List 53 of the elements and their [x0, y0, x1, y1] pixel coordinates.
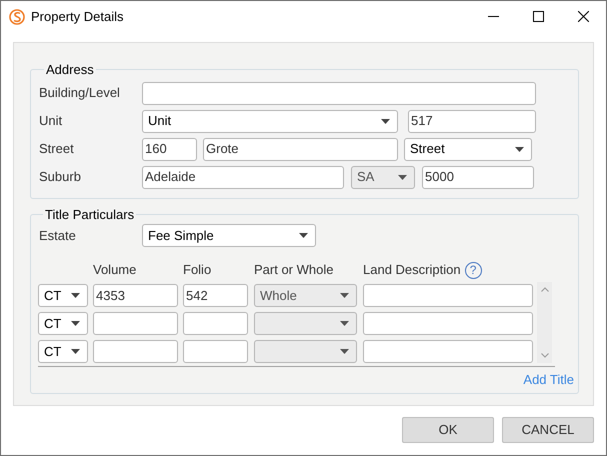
- text-field[interactable]: [93, 340, 178, 363]
- caret-icon: [340, 349, 349, 354]
- field-label: Suburb: [39, 168, 82, 186]
- caret-icon: [515, 146, 524, 152]
- text-field[interactable]: [363, 340, 533, 363]
- dropdown[interactable]: Fee Simple: [142, 224, 316, 247]
- text-field[interactable]: 517: [408, 110, 536, 132]
- caret-icon: [71, 321, 80, 326]
- column-header: Part or Whole: [254, 261, 334, 280]
- type-dropdown[interactable]: CT: [38, 284, 88, 307]
- scrollbar[interactable]: [537, 282, 552, 363]
- column-header: Volume: [93, 261, 136, 280]
- chevron-down-icon[interactable]: [540, 353, 548, 358]
- caret-icon: [340, 321, 349, 326]
- group-title: Address: [45, 61, 95, 79]
- group-title: Title Particulars: [44, 206, 136, 224]
- text-field[interactable]: 160: [142, 138, 197, 160]
- cancel-button[interactable]: CANCEL: [502, 417, 594, 443]
- caret-icon: [381, 118, 390, 124]
- text-field[interactable]: 542: [183, 284, 248, 307]
- caret-icon: [398, 174, 407, 180]
- caret-icon: [340, 293, 349, 298]
- help-button[interactable]: ?: [464, 262, 482, 278]
- text-field[interactable]: 4353: [93, 284, 178, 307]
- logo-icon: [9, 8, 25, 24]
- text-field[interactable]: [183, 340, 248, 363]
- text-field[interactable]: [183, 312, 248, 335]
- column-header: Land Description: [363, 261, 461, 280]
- field-label: Street: [39, 140, 75, 158]
- ok-button[interactable]: OK: [402, 417, 494, 443]
- window-title: Property Details: [31, 8, 124, 26]
- field-label: Unit: [39, 112, 64, 130]
- text-field[interactable]: Adelaide: [142, 166, 344, 188]
- dropdown[interactable]: Street: [404, 138, 532, 160]
- text-field[interactable]: [142, 82, 536, 104]
- maximize-icon: [533, 11, 544, 22]
- chevron-up-icon[interactable]: [540, 287, 548, 292]
- type-dropdown[interactable]: CT: [38, 340, 88, 363]
- text-field[interactable]: [363, 284, 533, 307]
- field-label: Building/Level: [39, 84, 121, 102]
- minimize-icon: [488, 16, 499, 17]
- caret-icon: [299, 233, 308, 238]
- close-icon: [578, 11, 589, 22]
- field-label: Estate: [38, 226, 77, 245]
- text-field[interactable]: [93, 312, 178, 335]
- caret-icon: [71, 293, 80, 298]
- caret-icon: [71, 349, 80, 354]
- text-field[interactable]: 5000: [422, 166, 534, 188]
- type-dropdown[interactable]: CT: [38, 312, 88, 335]
- text-field[interactable]: [363, 312, 533, 335]
- column-header: Folio: [183, 261, 212, 280]
- dropdown[interactable]: Unit: [142, 110, 398, 132]
- text-field[interactable]: Grote: [203, 138, 398, 160]
